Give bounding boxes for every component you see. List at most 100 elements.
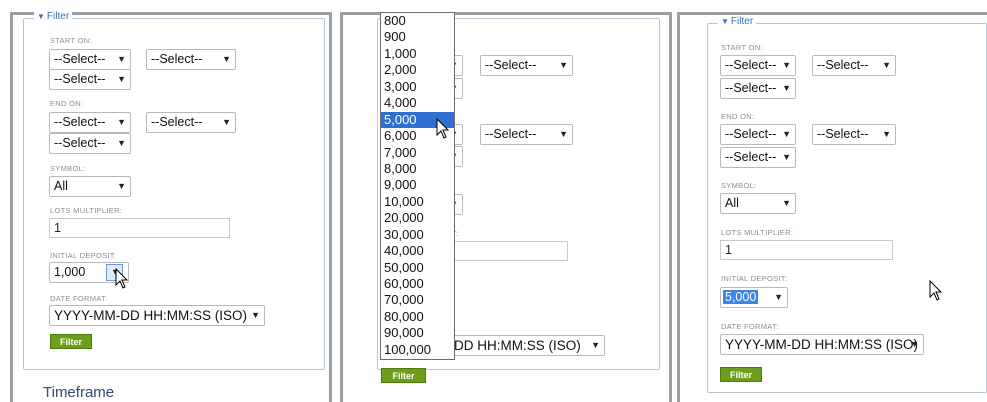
chevron-down-icon: ▼ xyxy=(774,292,783,302)
timeframe-heading: Timeframe xyxy=(43,384,115,401)
collapse-triangle-icon: ▼ xyxy=(721,17,729,26)
mouse-pointer-icon xyxy=(929,280,943,301)
start-day-select[interactable]: --Select-- ▼ xyxy=(49,49,131,70)
chevron-down-icon: ▼ xyxy=(117,54,126,64)
end-day-value: --Select-- xyxy=(54,115,106,129)
end-year-value: --Select-- xyxy=(725,150,777,164)
date-format-value: YYYY-MM-DD HH:MM:SS (ISO) xyxy=(725,337,919,352)
symbol-select[interactable]: All ▼ xyxy=(49,176,131,197)
start-year-select[interactable]: --Select-- ▼ xyxy=(720,78,796,99)
dropdown-option[interactable]: 100,000 xyxy=(381,342,454,358)
start-month-select[interactable]: --Select-- ▼ xyxy=(480,55,573,76)
chevron-down-icon: ▼ xyxy=(782,60,791,70)
lots-multiplier-label: LOTS MULTIPLIER: xyxy=(50,206,123,215)
date-format-select[interactable]: YYYY-MM-DD HH:MM:SS (ISO) ▼ xyxy=(49,305,265,326)
symbol-select[interactable]: All ▼ xyxy=(720,193,796,214)
start-month-select[interactable]: --Select-- ▼ xyxy=(146,49,236,70)
initial-deposit-label: INITIAL DEPOSIT: xyxy=(721,274,788,283)
dropdown-option[interactable]: 50,000 xyxy=(381,260,454,276)
end-month-select[interactable]: --Select-- ▼ xyxy=(812,124,896,145)
chevron-down-icon: ▼ xyxy=(882,60,891,70)
lots-multiplier-input[interactable]: 1 xyxy=(49,218,230,238)
end-month-select[interactable]: --Select-- ▼ xyxy=(146,112,236,133)
initial-deposit-dropdown-list[interactable]: 800 900 1,000 2,000 3,000 4,000 5,000 6,000 7,00… xyxy=(380,12,455,360)
chevron-down-icon: ▼ xyxy=(251,310,260,320)
end-month-value: --Select-- xyxy=(817,127,869,141)
dropdown-option[interactable]: 60,000 xyxy=(381,276,454,292)
dropdown-option[interactable]: 900 xyxy=(381,29,454,45)
lots-multiplier-label: LOTS MULTIPLIER: xyxy=(721,228,794,237)
chevron-down-icon: ▼ xyxy=(559,129,568,139)
filter-legend-label: Filter xyxy=(730,16,754,27)
mouse-pointer-icon xyxy=(436,118,450,139)
end-day-value: --Select-- xyxy=(725,127,777,141)
end-year-value: --Select-- xyxy=(54,136,106,150)
mouse-pointer-icon xyxy=(115,268,129,289)
start-day-value: --Select-- xyxy=(54,52,106,66)
end-year-select[interactable]: --Select-- ▼ xyxy=(49,133,131,154)
dropdown-option[interactable]: 9,000 xyxy=(381,177,454,193)
end-day-select[interactable]: --Select-- ▼ xyxy=(720,124,796,145)
dropdown-option[interactable]: 4,000 xyxy=(381,95,454,111)
dropdown-option[interactable]: 30,000 xyxy=(381,227,454,243)
dropdown-option[interactable]: 3,000 xyxy=(381,79,454,95)
chevron-down-icon: ▼ xyxy=(117,138,126,148)
end-month-value: --Select-- xyxy=(485,127,537,141)
start-year-select[interactable]: --Select-- ▼ xyxy=(49,69,131,90)
end-year-select[interactable]: --Select-- ▼ xyxy=(720,147,796,168)
start-month-value: --Select-- xyxy=(485,58,537,72)
symbol-value: All xyxy=(54,179,68,193)
chevron-down-icon: ▼ xyxy=(782,152,791,162)
start-on-label: START ON: xyxy=(721,43,763,52)
end-day-select[interactable]: --Select-- ▼ xyxy=(49,112,131,133)
dropdown-option[interactable]: 20,000 xyxy=(381,210,454,226)
filter-legend[interactable]: ▼ Filter xyxy=(34,11,73,22)
panel-after: ▼ Filter START ON: --Select-- ▼ --Select--… xyxy=(675,0,987,402)
initial-deposit-select[interactable]: 5,000 ▼ xyxy=(720,287,788,308)
date-format-label: DATE FORMAT: xyxy=(50,294,108,303)
dropdown-option[interactable]: 70,000 xyxy=(381,292,454,308)
dropdown-option[interactable]: 40,000 xyxy=(381,243,454,259)
chevron-down-icon: ▼ xyxy=(782,198,791,208)
end-month-select[interactable]: --Select-- ▼ xyxy=(480,124,573,145)
start-day-value: --Select-- xyxy=(725,58,777,72)
lots-multiplier-input[interactable]: 1 xyxy=(720,240,893,260)
start-day-select[interactable]: --Select-- ▼ xyxy=(720,55,796,76)
chevron-down-icon: ▼ xyxy=(117,74,126,84)
chevron-down-icon: ▼ xyxy=(117,117,126,127)
symbol-label: SYMBOL: xyxy=(50,164,86,173)
dropdown-option[interactable]: 90,000 xyxy=(381,325,454,341)
dropdown-option[interactable]: 10,000 xyxy=(381,194,454,210)
chevron-down-icon: ▼ xyxy=(882,129,891,139)
start-year-value: --Select-- xyxy=(725,81,777,95)
chevron-down-icon: ▼ xyxy=(782,129,791,139)
filter-button[interactable]: Filter xyxy=(381,368,426,383)
filter-legend[interactable]: ▼ Filter xyxy=(718,16,757,27)
symbol-label: SYMBOL: xyxy=(721,181,757,190)
start-month-select[interactable]: --Select-- ▼ xyxy=(812,55,896,76)
initial-deposit-label: INITIAL DEPOSIT: xyxy=(50,251,117,260)
chevron-down-icon: ▼ xyxy=(559,60,568,70)
collapse-triangle-icon: ▼ xyxy=(37,12,45,21)
dropdown-option[interactable]: 8,000 xyxy=(381,161,454,177)
dropdown-option[interactable]: 2,000 xyxy=(381,62,454,78)
end-on-label: END ON: xyxy=(50,99,84,108)
date-format-label: DATE FORMAT: xyxy=(721,322,779,331)
date-format-value: YYYY-MM-DD HH:MM:SS (ISO) xyxy=(54,308,248,323)
date-format-select[interactable]: YYYY-MM-DD HH:MM:SS (ISO) ▼ xyxy=(720,334,924,355)
option-list: 800 900 1,000 2,000 3,000 4,000 5,000 6,000 7,00… xyxy=(381,13,454,358)
dropdown-option[interactable]: 1,000 xyxy=(381,46,454,62)
start-month-value: --Select-- xyxy=(151,52,203,66)
panel-before: ▼ Filter START ON: --Select-- ▼ --Select--… xyxy=(0,0,332,402)
panel-dropdown-open: ▼ --Select--▼ ▼ ▼ --Select--▼ ▼ ▼ T: DD … xyxy=(335,0,672,402)
filter-button[interactable]: Filter xyxy=(50,334,92,349)
filter-button[interactable]: Filter xyxy=(720,367,762,382)
chevron-down-icon: ▼ xyxy=(117,181,126,191)
start-on-label: START ON: xyxy=(50,36,92,45)
chevron-down-icon: ▼ xyxy=(222,54,231,64)
filter-legend-label: Filter xyxy=(46,11,70,22)
end-month-value: --Select-- xyxy=(151,115,203,129)
dropdown-option[interactable]: 800 xyxy=(381,13,454,29)
dropdown-option[interactable]: 7,000 xyxy=(381,145,454,161)
dropdown-option[interactable]: 80,000 xyxy=(381,309,454,325)
